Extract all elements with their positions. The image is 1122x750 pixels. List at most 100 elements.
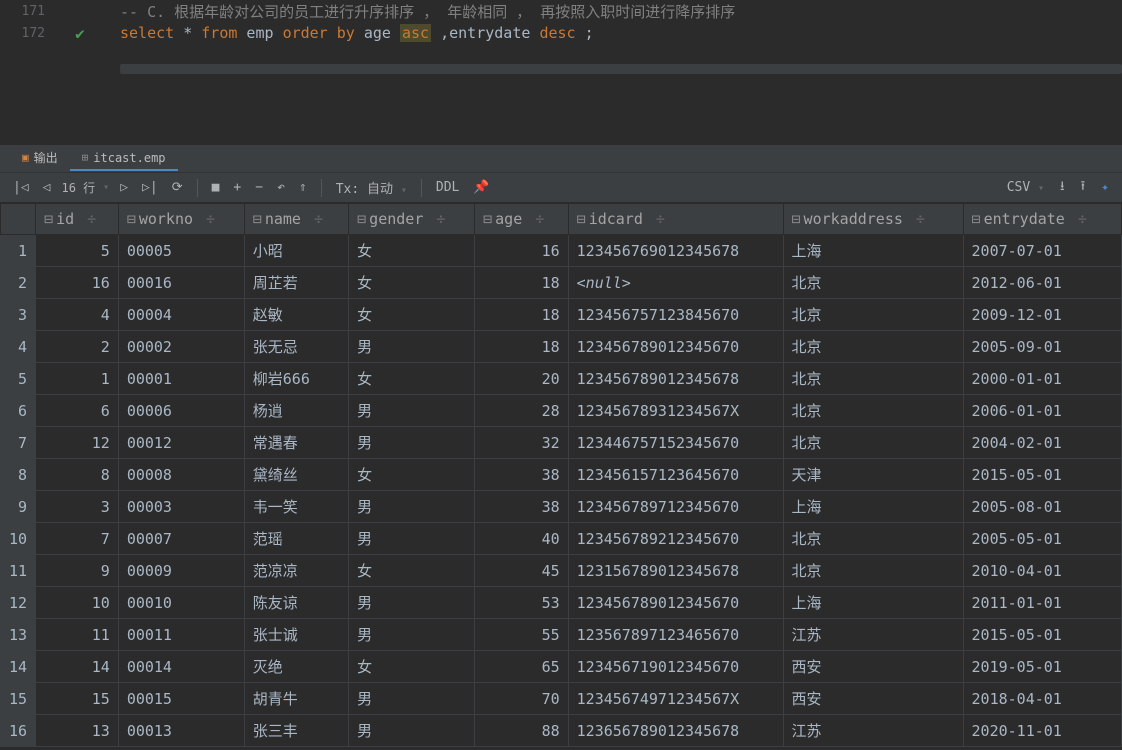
- cell-workno[interactable]: 00003: [118, 491, 244, 523]
- table-row[interactable]: 21600016周芷若女18<null>北京2012-06-01: [1, 267, 1122, 299]
- cell-entrydate[interactable]: 2020-11-01: [963, 715, 1121, 747]
- cell-name[interactable]: 灭绝: [244, 651, 348, 683]
- cell-workaddress[interactable]: 江苏: [783, 619, 963, 651]
- cell-workno[interactable]: 00008: [118, 459, 244, 491]
- cell-gender[interactable]: 女: [349, 651, 475, 683]
- cell-age[interactable]: 70: [475, 683, 569, 715]
- cell-id[interactable]: 11: [36, 619, 119, 651]
- cell-gender[interactable]: 男: [349, 523, 475, 555]
- sql-line[interactable]: select * from emp order by age asc ,entr…: [100, 24, 594, 42]
- cell-id[interactable]: 7: [36, 523, 119, 555]
- remove-row-icon[interactable]: −: [252, 180, 266, 195]
- cell-gender[interactable]: 女: [349, 299, 475, 331]
- add-row-icon[interactable]: +: [230, 180, 244, 195]
- cell-gender[interactable]: 女: [349, 363, 475, 395]
- commit-icon[interactable]: ⇑: [296, 180, 310, 195]
- cell-name[interactable]: 黛绮丝: [244, 459, 348, 491]
- cell-age[interactable]: 65: [475, 651, 569, 683]
- cell-age[interactable]: 55: [475, 619, 569, 651]
- first-page-icon[interactable]: |◁: [10, 180, 32, 195]
- cell-gender[interactable]: 男: [349, 683, 475, 715]
- cell-id[interactable]: 12: [36, 427, 119, 459]
- column-header-id[interactable]: ⊟id ÷: [36, 204, 119, 235]
- pin-icon[interactable]: 📌: [470, 180, 492, 195]
- cell-entrydate[interactable]: 2011-01-01: [963, 587, 1121, 619]
- cell-workaddress[interactable]: 北京: [783, 331, 963, 363]
- table-row[interactable]: 10700007范瑶男40123456789212345670北京2005-05…: [1, 523, 1122, 555]
- cell-age[interactable]: 38: [475, 491, 569, 523]
- cell-name[interactable]: 韦一笑: [244, 491, 348, 523]
- sort-handle-icon[interactable]: ÷: [907, 210, 925, 228]
- cell-idcard[interactable]: 123456719012345670: [568, 651, 783, 683]
- column-header-workaddress[interactable]: ⊟workaddress ÷: [783, 204, 963, 235]
- cell-id[interactable]: 2: [36, 331, 119, 363]
- cell-name[interactable]: 柳岩666: [244, 363, 348, 395]
- cell-name[interactable]: 范瑶: [244, 523, 348, 555]
- cell-workno[interactable]: 00012: [118, 427, 244, 459]
- cell-idcard[interactable]: 12345674971234567X: [568, 683, 783, 715]
- cell-workaddress[interactable]: 上海: [783, 587, 963, 619]
- cell-workno[interactable]: 00001: [118, 363, 244, 395]
- cell-workaddress[interactable]: 北京: [783, 427, 963, 459]
- cell-workno[interactable]: 00013: [118, 715, 244, 747]
- cell-age[interactable]: 88: [475, 715, 569, 747]
- table-row[interactable]: 8800008黛绮丝女38123456157123645670天津2015-05…: [1, 459, 1122, 491]
- cell-idcard[interactable]: 123446757152345670: [568, 427, 783, 459]
- cell-workaddress[interactable]: 北京: [783, 523, 963, 555]
- cell-idcard[interactable]: 123456769012345678: [568, 235, 783, 267]
- cell-idcard[interactable]: 123456789712345670: [568, 491, 783, 523]
- cell-entrydate[interactable]: 2015-05-01: [963, 619, 1121, 651]
- sort-handle-icon[interactable]: ÷: [526, 210, 544, 228]
- settings-icon[interactable]: ✦: [1098, 180, 1112, 195]
- cell-workno[interactable]: 00002: [118, 331, 244, 363]
- tx-mode-dropdown[interactable]: Tx: 自动 ▾: [333, 178, 410, 197]
- cell-idcard[interactable]: <null>: [568, 267, 783, 299]
- cell-name[interactable]: 张士诚: [244, 619, 348, 651]
- cell-workaddress[interactable]: 北京: [783, 555, 963, 587]
- sort-handle-icon[interactable]: ÷: [197, 210, 215, 228]
- table-row[interactable]: 11900009范凉凉女45123156789012345678北京2010-0…: [1, 555, 1122, 587]
- table-row[interactable]: 9300003韦一笑男38123456789712345670上海2005-08…: [1, 491, 1122, 523]
- cell-workno[interactable]: 00006: [118, 395, 244, 427]
- result-table[interactable]: ⊟id ÷⊟workno ÷⊟name ÷⊟gender ÷⊟age ÷⊟idc…: [0, 203, 1122, 747]
- cell-id[interactable]: 15: [36, 683, 119, 715]
- cell-entrydate[interactable]: 2005-08-01: [963, 491, 1121, 523]
- tab-table[interactable]: ⊞ itcast.emp: [70, 147, 178, 171]
- table-row[interactable]: 3400004赵敏女18123456757123845670北京2009-12-…: [1, 299, 1122, 331]
- table-row[interactable]: 71200012常遇春男32123446757152345670北京2004-0…: [1, 427, 1122, 459]
- cell-workaddress[interactable]: 上海: [783, 235, 963, 267]
- cell-idcard[interactable]: 123456789012345670: [568, 331, 783, 363]
- sort-handle-icon[interactable]: ÷: [78, 210, 96, 228]
- column-header-gender[interactable]: ⊟gender ÷: [349, 204, 475, 235]
- cell-workno[interactable]: 00007: [118, 523, 244, 555]
- cell-gender[interactable]: 男: [349, 619, 475, 651]
- cell-id[interactable]: 14: [36, 651, 119, 683]
- cell-entrydate[interactable]: 2005-05-01: [963, 523, 1121, 555]
- cell-age[interactable]: 28: [475, 395, 569, 427]
- cell-age[interactable]: 16: [475, 235, 569, 267]
- upload-icon[interactable]: ⭱: [1078, 177, 1089, 199]
- table-row[interactable]: 5100001柳岩666女20123456789012345678北京2000-…: [1, 363, 1122, 395]
- cell-workaddress[interactable]: 北京: [783, 363, 963, 395]
- cell-id[interactable]: 4: [36, 299, 119, 331]
- cell-id[interactable]: 13: [36, 715, 119, 747]
- cell-entrydate[interactable]: 2009-12-01: [963, 299, 1121, 331]
- cell-gender[interactable]: 女: [349, 267, 475, 299]
- cell-entrydate[interactable]: 2005-09-01: [963, 331, 1121, 363]
- cell-gender[interactable]: 男: [349, 491, 475, 523]
- cell-entrydate[interactable]: 2012-06-01: [963, 267, 1121, 299]
- cell-entrydate[interactable]: 2004-02-01: [963, 427, 1121, 459]
- cell-id[interactable]: 1: [36, 363, 119, 395]
- cell-id[interactable]: 3: [36, 491, 119, 523]
- cell-age[interactable]: 53: [475, 587, 569, 619]
- table-row[interactable]: 1500005小昭女16123456769012345678上海2007-07-…: [1, 235, 1122, 267]
- cell-age[interactable]: 45: [475, 555, 569, 587]
- cell-age[interactable]: 38: [475, 459, 569, 491]
- ddl-button[interactable]: DDL: [433, 180, 462, 195]
- cell-name[interactable]: 范凉凉: [244, 555, 348, 587]
- cell-entrydate[interactable]: 2015-05-01: [963, 459, 1121, 491]
- cell-name[interactable]: 赵敏: [244, 299, 348, 331]
- download-icon[interactable]: ⭳: [1057, 177, 1068, 199]
- cell-entrydate[interactable]: 2000-01-01: [963, 363, 1121, 395]
- column-header-idcard[interactable]: ⊟idcard ÷: [568, 204, 783, 235]
